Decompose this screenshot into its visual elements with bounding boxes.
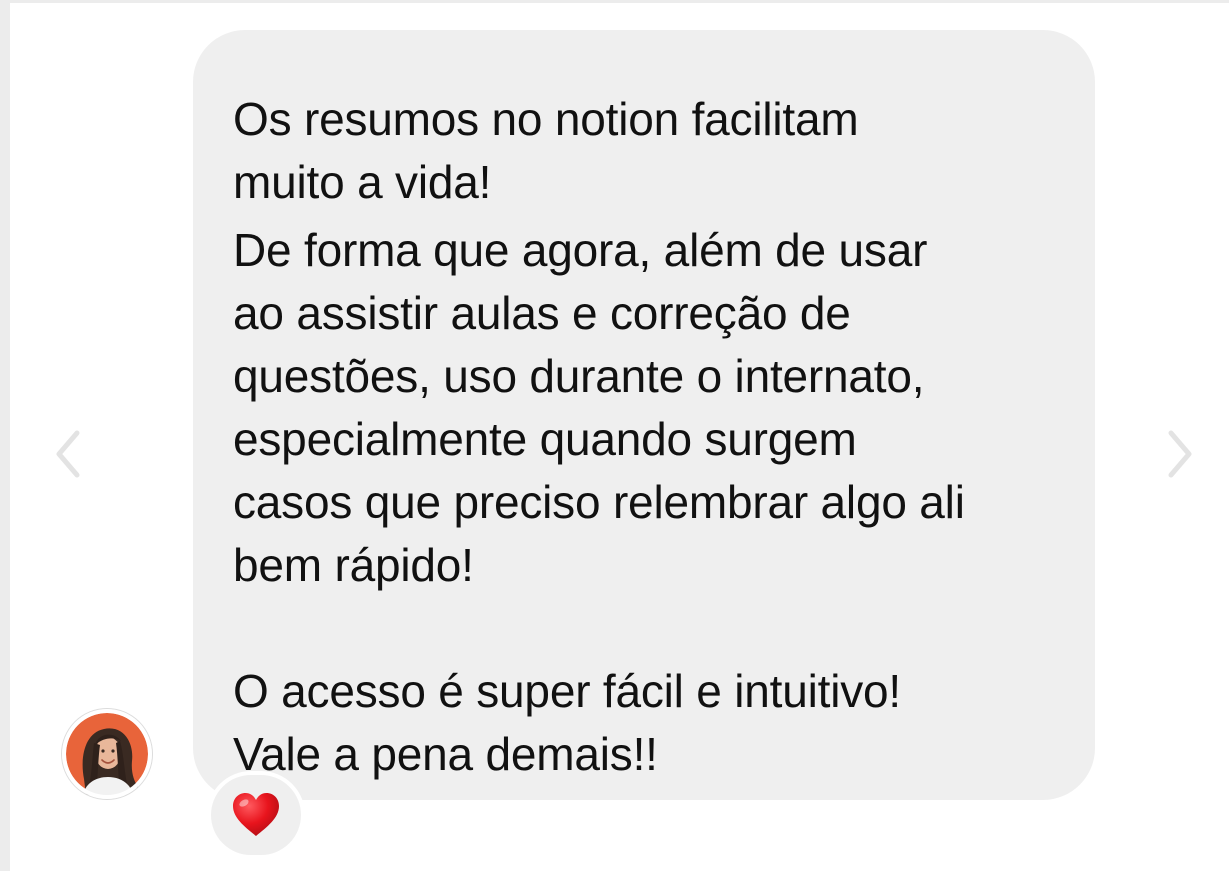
message-line: casos que preciso relembrar algo ali — [233, 476, 965, 528]
chevron-right-icon — [1168, 430, 1192, 478]
message-line: ao assistir aulas e correção de — [233, 287, 851, 339]
message-line: bem rápido! — [233, 539, 474, 591]
message-line: Vale a pena demais!! — [233, 728, 658, 780]
sender-avatar[interactable] — [62, 709, 152, 799]
message-line: muito a vida! — [233, 156, 492, 208]
message-line: questões, uso durante o internato, — [233, 350, 925, 402]
previous-arrow-button[interactable] — [48, 424, 88, 484]
message-paragraph: O acesso é super fácil e intuitivo! Vale… — [233, 660, 1055, 786]
message-line: especialmente quando surgem — [233, 413, 857, 465]
message-line: O acesso é super fácil e intuitivo! — [233, 665, 901, 717]
heart-emoji-icon — [233, 793, 279, 836]
reaction-badge[interactable] — [207, 771, 305, 859]
message-paragraph: Os resumos no notion facilitam muito a v… — [233, 88, 1055, 214]
profile-photo-icon — [62, 709, 152, 799]
message-line: De forma que agora, além de usar — [233, 224, 928, 276]
next-arrow-button[interactable] — [1160, 424, 1200, 484]
message-bubble[interactable]: Os resumos no notion facilitam muito a v… — [193, 30, 1095, 800]
chevron-left-icon — [56, 430, 80, 478]
message-line: Os resumos no notion facilitam — [233, 93, 859, 145]
message-paragraph: De forma que agora, além de usar ao assi… — [233, 219, 1055, 597]
